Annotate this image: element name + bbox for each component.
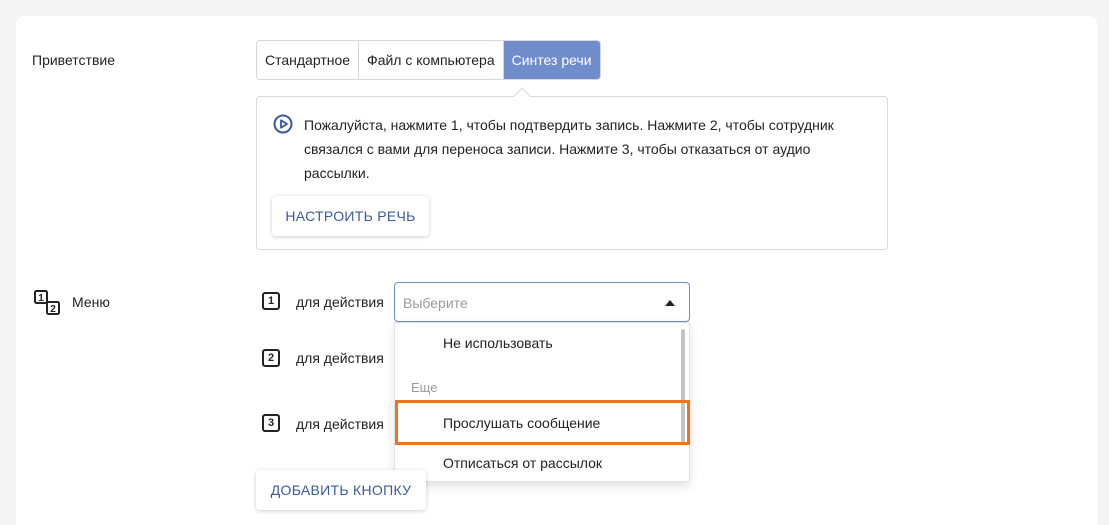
option-not-use[interactable]: Не использовать — [395, 323, 679, 363]
caret-up-icon[interactable] — [665, 300, 675, 306]
dropdown-scrollbar[interactable] — [681, 329, 685, 445]
key-1-badge: 1 — [262, 292, 280, 310]
greeting-source-tabs: Стандартное Файл с компьютера Синтез реч… — [256, 40, 601, 80]
greeting-label: Приветствие — [32, 52, 115, 68]
tab-file-from-computer[interactable]: Файл с компьютера — [359, 41, 504, 79]
speech-text: Пожалуйста, нажмите 1, чтобы подтвердить… — [304, 117, 834, 181]
action-dropdown: Не использовать Еще Прослушать сообщение… — [394, 322, 690, 482]
numbered-list-icon: 1 2 — [34, 290, 64, 316]
key-1-action-select[interactable]: Выберите — [394, 282, 690, 322]
key-1-action-label: для действия — [296, 294, 384, 310]
key-3-action-label: для действия — [296, 416, 384, 432]
play-circle-icon[interactable] — [273, 114, 293, 134]
option-unsubscribe[interactable]: Отписаться от рассылок — [395, 443, 679, 481]
key-2-badge: 2 — [262, 349, 280, 367]
svg-text:1: 1 — [38, 293, 44, 304]
menu-label: Меню — [72, 294, 110, 310]
tab-speech-synthesis[interactable]: Синтез речи — [503, 41, 600, 79]
configure-speech-button[interactable]: НАСТРОИТЬ РЕЧЬ — [272, 196, 429, 236]
select-placeholder: Выберите — [403, 295, 468, 311]
key-3-badge: 3 — [262, 414, 280, 432]
option-group-more: Еще — [411, 380, 438, 395]
option-listen-message[interactable]: Прослушать сообщение — [395, 403, 679, 443]
add-button[interactable]: ДОБАВИТЬ КНОПКУ — [256, 470, 426, 510]
svg-text:2: 2 — [50, 304, 56, 315]
key-2-action-label: для действия — [296, 350, 384, 366]
tab-standard[interactable]: Стандартное — [257, 41, 360, 79]
